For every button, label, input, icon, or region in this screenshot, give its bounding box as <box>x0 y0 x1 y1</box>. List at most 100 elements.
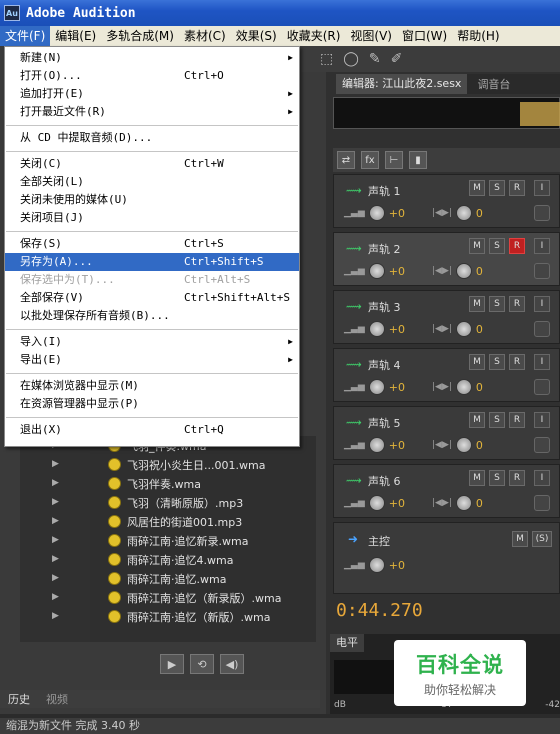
pan-knob[interactable] <box>455 437 472 453</box>
pan-knob[interactable] <box>455 321 472 337</box>
expand-arrow-icon[interactable]: ▶ <box>20 569 90 588</box>
file-menu-item[interactable]: 全部保存(V) Ctrl+Shift+Alt+S <box>5 289 299 307</box>
monitor-input-button[interactable]: I <box>534 354 550 370</box>
expand-arrow-icon[interactable]: ▶ <box>20 588 90 607</box>
record-arm-button[interactable]: R <box>509 412 525 428</box>
inputs-outputs-icon[interactable]: ⇄ <box>337 151 355 169</box>
tab-mixer[interactable]: 调音台 <box>471 76 516 92</box>
menu-help[interactable]: 帮助(H) <box>452 26 504 46</box>
volume-knob[interactable] <box>368 263 385 279</box>
output-icon[interactable] <box>534 263 550 279</box>
eq-icon[interactable]: ▮ <box>409 151 427 169</box>
menu-effects[interactable]: 效果(S) <box>231 26 282 46</box>
volume-knob[interactable] <box>368 495 385 511</box>
tab-levels[interactable]: 电平 <box>330 634 364 652</box>
volume-knob[interactable] <box>368 205 385 221</box>
file-menu-item[interactable]: 新建(N) ▶ <box>5 49 299 67</box>
solo-button[interactable]: S <box>489 354 505 370</box>
sends-icon[interactable]: ⊢ <box>385 151 403 169</box>
pan-knob[interactable] <box>455 379 472 395</box>
master-volume-knob[interactable] <box>368 557 385 573</box>
master-track[interactable]: ➜ 主控 M (S) ▁▃▅ +0 <box>333 522 560 594</box>
file-menu-item[interactable]: 退出(X) Ctrl+Q <box>5 421 299 439</box>
file-menu-item[interactable]: 关闭未使用的媒体(U) <box>5 191 299 209</box>
play-icon[interactable]: ▶ <box>160 654 184 674</box>
file-menu-item[interactable]: 打开(O)... Ctrl+O <box>5 67 299 85</box>
output-icon[interactable] <box>534 205 550 221</box>
volume-knob[interactable] <box>368 437 385 453</box>
file-list-item[interactable]: 风居住的街道001.mp3 <box>90 512 316 531</box>
master-mute-button[interactable]: M <box>512 531 528 547</box>
file-menu-item[interactable]: 在媒体浏览器中显示(M) <box>5 377 299 395</box>
tab-history[interactable]: 历史 <box>0 691 38 707</box>
file-menu-item[interactable]: 从 CD 中提取音频(D)... <box>5 129 299 147</box>
monitor-input-button[interactable]: I <box>534 470 550 486</box>
track-row[interactable]: ⟿ 声轨 2 M S R I ▁▃▅ +0 |◀▶| 0 <box>333 232 560 286</box>
expand-arrow-icon[interactable]: ▶ <box>20 550 90 569</box>
menu-multitrack[interactable]: 多轨合成(M) <box>101 26 179 46</box>
record-arm-button[interactable]: R <box>509 296 525 312</box>
file-list-item[interactable]: 雨碎江南·追忆（新版）.wma <box>90 607 316 626</box>
mute-button[interactable]: M <box>469 412 485 428</box>
output-icon[interactable] <box>534 437 550 453</box>
output-icon[interactable] <box>534 379 550 395</box>
menu-window[interactable]: 窗口(W) <box>397 26 452 46</box>
file-menu-item[interactable]: 以批处理保存所有音频(B)... <box>5 307 299 325</box>
loop-icon[interactable]: ⟲ <box>190 654 214 674</box>
file-list-item[interactable]: 飞羽伴奏.wma <box>90 474 316 493</box>
autoplay-icon[interactable]: ◀) <box>220 654 244 674</box>
solo-button[interactable]: S <box>489 412 505 428</box>
pan-knob[interactable] <box>455 263 472 279</box>
file-menu-item[interactable]: 在资源管理器中显示(P) <box>5 395 299 413</box>
track-row[interactable]: ⟿ 声轨 5 M S R I ▁▃▅ +0 |◀▶| 0 <box>333 406 560 460</box>
expand-arrow-icon[interactable]: ▶ <box>20 531 90 550</box>
effects-icon[interactable]: fx <box>361 151 379 169</box>
monitor-input-button[interactable]: I <box>534 180 550 196</box>
expand-arrow-icon[interactable]: ▶ <box>20 512 90 531</box>
mute-button[interactable]: M <box>469 470 485 486</box>
mute-button[interactable]: M <box>469 238 485 254</box>
marquee-tool-icon[interactable]: ⬚ <box>320 51 333 67</box>
mute-button[interactable]: M <box>469 180 485 196</box>
file-list-item[interactable]: 雨碎江南·追忆.wma <box>90 569 316 588</box>
track-row[interactable]: ⟿ 声轨 4 M S R I ▁▃▅ +0 |◀▶| 0 <box>333 348 560 402</box>
volume-knob[interactable] <box>368 321 385 337</box>
overview-selection[interactable] <box>520 102 560 126</box>
file-menu-item[interactable]: 关闭(C) Ctrl+W <box>5 155 299 173</box>
menu-view[interactable]: 视图(V) <box>345 26 397 46</box>
record-arm-button[interactable]: R <box>509 354 525 370</box>
file-menu-item[interactable]: 导入(I) ▶ <box>5 333 299 351</box>
expand-arrow-icon[interactable]: ▶ <box>20 493 90 512</box>
menu-favorites[interactable]: 收藏夹(R) <box>282 26 346 46</box>
menu-edit[interactable]: 编辑(E) <box>50 26 101 46</box>
output-icon[interactable] <box>534 495 550 511</box>
file-menu-item[interactable]: 保存(S) Ctrl+S <box>5 235 299 253</box>
file-list-item[interactable]: 雨碎江南·追忆4.wma <box>90 550 316 569</box>
pan-knob[interactable] <box>455 205 472 221</box>
session-overview[interactable] <box>333 97 560 129</box>
file-menu-item[interactable]: 追加打开(E) ▶ <box>5 85 299 103</box>
expand-arrow-icon[interactable]: ▶ <box>20 455 90 474</box>
solo-button[interactable]: S <box>489 180 505 196</box>
master-solo-button[interactable]: (S) <box>532 531 552 547</box>
record-arm-button[interactable]: R <box>509 180 525 196</box>
monitor-input-button[interactable]: I <box>534 296 550 312</box>
volume-knob[interactable] <box>368 379 385 395</box>
record-arm-button[interactable]: R <box>509 470 525 486</box>
file-list-item[interactable]: 飞羽祝小炎生日...001.wma <box>90 455 316 474</box>
pan-knob[interactable] <box>455 495 472 511</box>
mute-button[interactable]: M <box>469 354 485 370</box>
lasso-tool-icon[interactable]: ◯ <box>343 51 359 67</box>
record-arm-button[interactable]: R <box>509 238 525 254</box>
monitor-input-button[interactable]: I <box>534 412 550 428</box>
menu-clip[interactable]: 素材(C) <box>179 26 231 46</box>
file-menu-item[interactable]: 全部关闭(L) <box>5 173 299 191</box>
solo-button[interactable]: S <box>489 296 505 312</box>
monitor-input-button[interactable]: I <box>534 238 550 254</box>
file-menu-item[interactable]: 导出(E) ▶ <box>5 351 299 369</box>
file-list-item[interactable]: 飞羽（清晰原版）.mp3 <box>90 493 316 512</box>
track-row[interactable]: ⟿ 声轨 3 M S R I ▁▃▅ +0 |◀▶| 0 <box>333 290 560 344</box>
tab-video[interactable]: 视频 <box>38 691 76 707</box>
file-list-item[interactable]: 雨碎江南·追忆新录.wma <box>90 531 316 550</box>
track-row[interactable]: ⟿ 声轨 6 M S R I ▁▃▅ +0 |◀▶| 0 <box>333 464 560 518</box>
